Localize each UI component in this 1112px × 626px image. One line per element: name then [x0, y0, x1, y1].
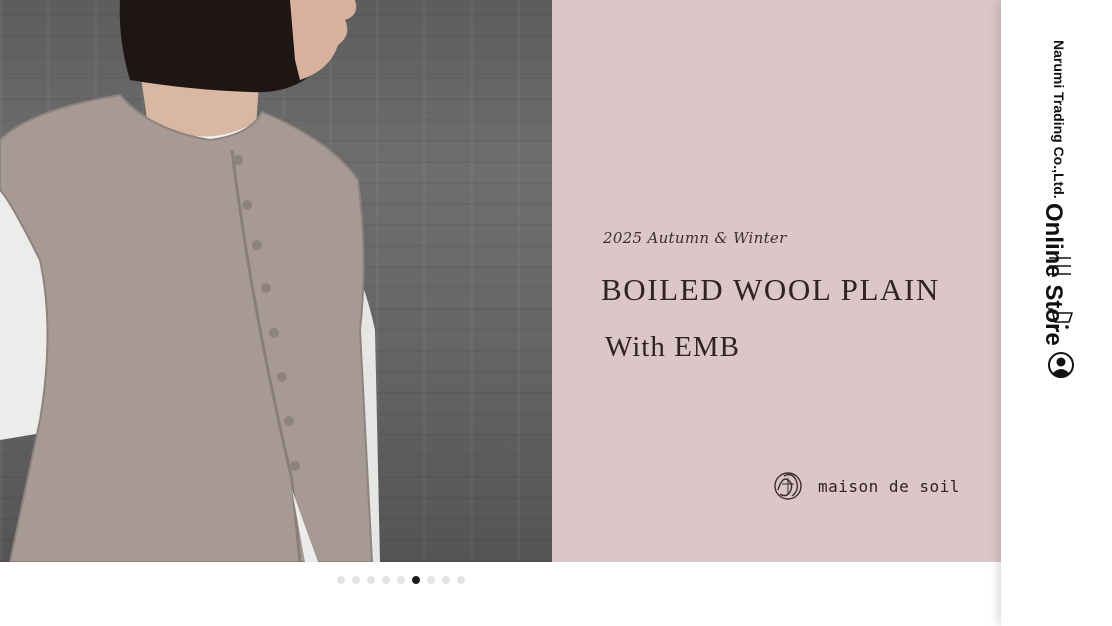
slider-dot-9[interactable]: [457, 576, 465, 584]
page: 2025 Autumn & Winter BOILED WOOL PLAIN W…: [0, 0, 1112, 626]
brand-logo: maison de soil: [770, 468, 960, 504]
slider-dot-7[interactable]: [427, 576, 435, 584]
collection-subline: With EMB: [605, 331, 740, 363]
sidebar: Narumi Trading Co.,Ltd. Online Store: [1001, 0, 1112, 626]
slider-dot-2[interactable]: [352, 576, 360, 584]
hero-text-panel: 2025 Autumn & Winter BOILED WOOL PLAIN W…: [552, 0, 1001, 562]
brand-name: maison de soil: [818, 476, 960, 496]
slider-dot-1[interactable]: [337, 576, 345, 584]
slider-dot-3[interactable]: [367, 576, 375, 584]
slider-dot-6[interactable]: [412, 576, 420, 584]
hero-photo: [0, 0, 552, 562]
slider-dot-4[interactable]: [382, 576, 390, 584]
cart-icon: [1048, 308, 1073, 329]
menu-icon: [1049, 257, 1071, 275]
brand-monogram-icon: [774, 472, 802, 500]
company-name: Narumi Trading Co.,Ltd.: [1051, 40, 1067, 199]
menu-button[interactable]: [1047, 254, 1073, 278]
slider-dot-5[interactable]: [397, 576, 405, 584]
account-icon: [1048, 352, 1074, 378]
slider-pagination: [337, 576, 465, 584]
slider-dot-8[interactable]: [442, 576, 450, 584]
model-illustration: [0, 0, 380, 562]
season-label: 2025 Autumn & Winter: [603, 229, 787, 247]
cart-button[interactable]: [1046, 304, 1074, 332]
collection-headline: BOILED WOOL PLAIN: [601, 272, 940, 307]
account-button[interactable]: [1047, 351, 1075, 379]
store-logo[interactable]: Narumi Trading Co.,Ltd. Online Store: [1039, 40, 1067, 345]
hero-slider[interactable]: 2025 Autumn & Winter BOILED WOOL PLAIN W…: [0, 0, 1001, 562]
